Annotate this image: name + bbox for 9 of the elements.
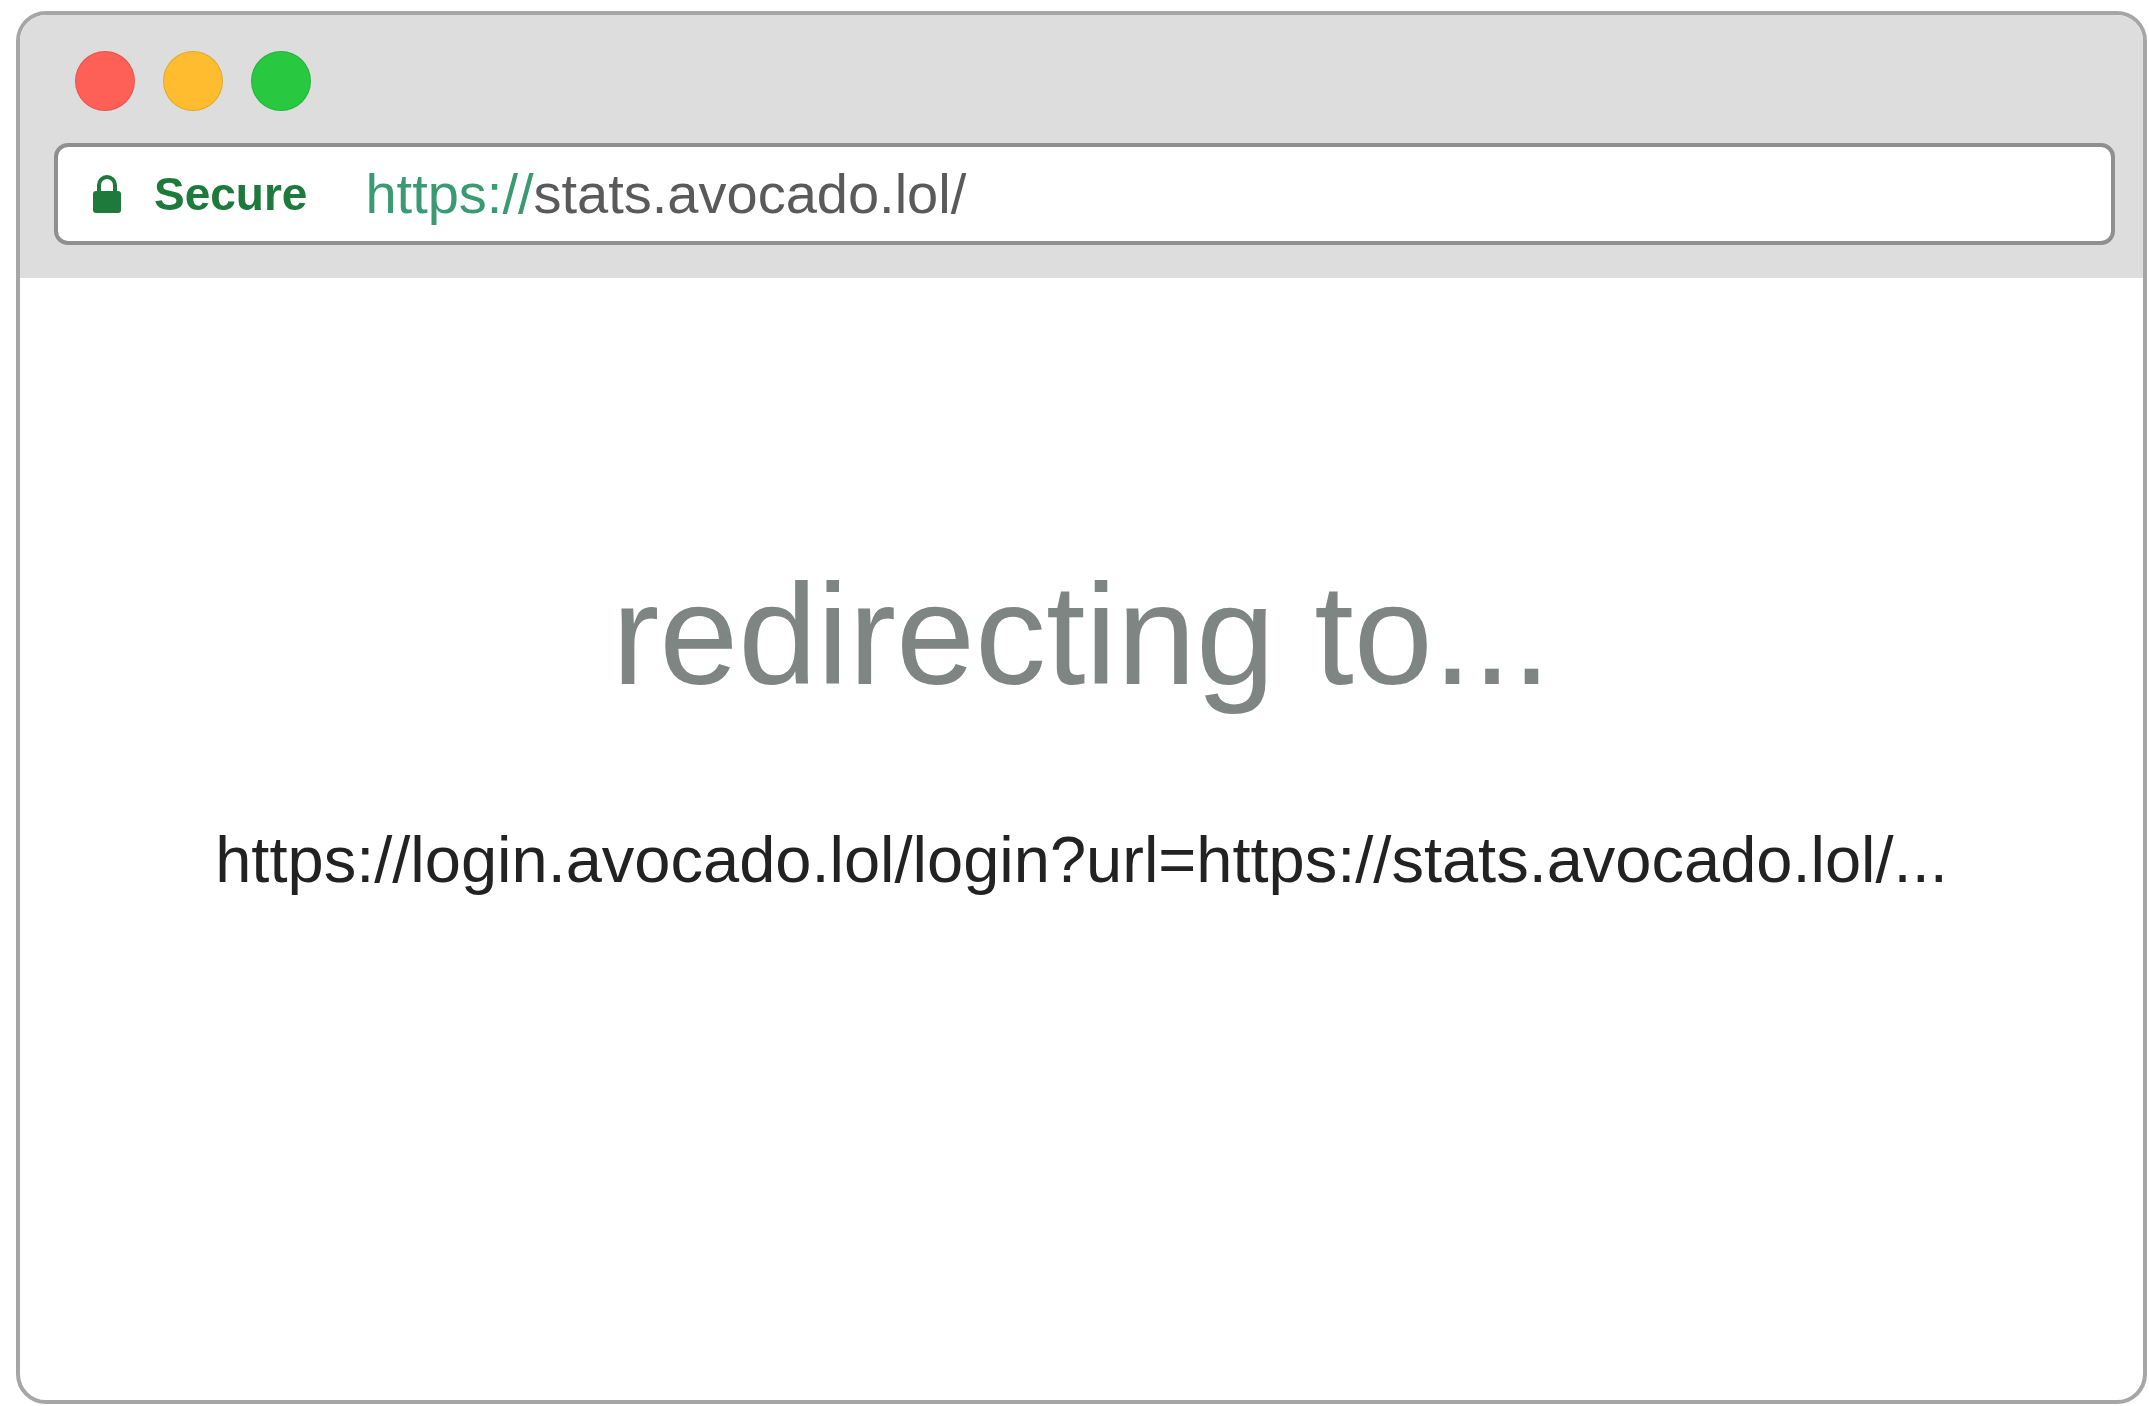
security-label: Secure: [154, 166, 308, 222]
window-control-button[interactable]: [75, 51, 135, 111]
window-control-button[interactable]: [163, 51, 223, 111]
redirect-url: https://login.avocado.lol/login?url=https://stats.avocado.lol/...: [215, 822, 1948, 898]
url-text: https://stats.avocado.lol/: [365, 161, 967, 227]
page-heading: redirecting to...: [611, 554, 1552, 716]
lock-icon: [92, 174, 122, 214]
address-bar[interactable]: Secure https://stats.avocado.lol/: [54, 143, 2115, 245]
window-control-button[interactable]: [251, 51, 311, 111]
